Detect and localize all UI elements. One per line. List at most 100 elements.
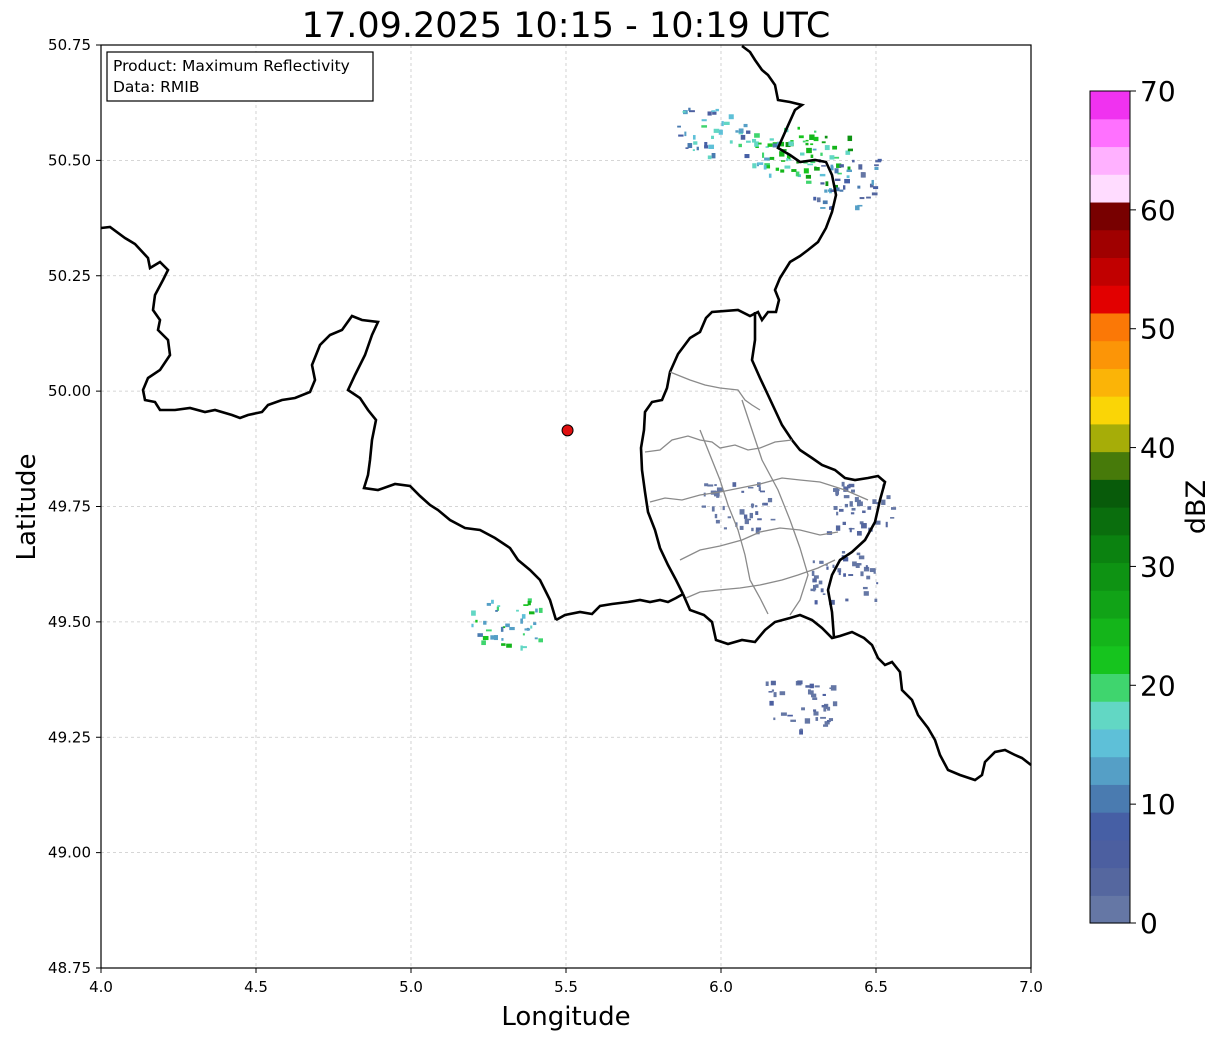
echo-pixel <box>876 582 879 585</box>
x-tick-label: 5.5 <box>554 978 578 996</box>
echo-pixel <box>490 635 496 640</box>
info-box-product: Product: Maximum Reflectivity <box>113 57 350 75</box>
echo-pixel <box>711 506 715 512</box>
echo-pixel <box>849 527 852 533</box>
echo-pixel <box>718 129 723 135</box>
echo-pixel <box>798 135 804 139</box>
echo-pixel <box>819 173 826 177</box>
x-axis-ticks: 4.0 4.5 5.0 5.5 6.0 6.5 7.0 <box>89 968 1043 996</box>
echo-pixel <box>723 121 730 126</box>
echo-pixel <box>486 602 491 606</box>
echo-pixel <box>780 712 787 716</box>
colorbar-swatch <box>1090 451 1130 480</box>
echo-pixel <box>692 149 695 152</box>
colorbar-swatch <box>1090 174 1130 203</box>
echo-pixel <box>758 487 761 491</box>
echo-pixel <box>805 139 809 142</box>
echo-pixel <box>848 483 855 488</box>
colorbar-tick-label: 50 <box>1140 313 1176 346</box>
echo-pixel <box>711 153 716 159</box>
colorbar-swatch <box>1090 534 1130 564</box>
echo-pixel <box>812 578 817 583</box>
colorbar-swatch <box>1090 312 1130 342</box>
echo-pixel <box>482 635 489 641</box>
echo-pixel <box>805 685 811 688</box>
echo-pixel <box>832 701 838 707</box>
echo-pixel <box>491 599 494 604</box>
echo-pixel <box>844 178 850 184</box>
echo-pixel <box>509 626 515 631</box>
echo-pixel <box>821 165 826 167</box>
echo-pixel <box>823 706 827 712</box>
echo-pixel <box>833 505 838 510</box>
echo-pixel <box>858 499 861 503</box>
colorbar-swatch <box>1090 396 1130 425</box>
echo-pixel <box>707 484 714 487</box>
echo-pixel <box>527 600 531 606</box>
echo-pixel <box>538 638 543 643</box>
y-axis-label: Latitude <box>12 453 42 560</box>
y-tick-label: 50.75 <box>48 36 91 54</box>
echo-pixel <box>847 148 853 152</box>
echo-pixel <box>749 512 754 519</box>
echo-pixel <box>827 706 831 711</box>
echo-pixel <box>807 163 814 166</box>
echo-pixel <box>847 135 853 142</box>
echo-pixel <box>839 189 844 192</box>
echo-pixel <box>708 144 715 149</box>
colorbar-swatch <box>1090 728 1130 758</box>
echo-pixel <box>871 192 878 196</box>
echo-pixel <box>678 134 684 137</box>
echo-pixel <box>501 643 506 646</box>
echo-pixel <box>856 552 861 556</box>
echo-pixel <box>829 155 835 160</box>
echo-pixel <box>832 564 835 568</box>
echo-pixel <box>758 142 762 145</box>
echo-pixel <box>824 145 830 151</box>
colorbar-swatch <box>1090 479 1130 508</box>
echo-pixel <box>838 570 841 576</box>
echo-pixel <box>866 575 871 580</box>
echo-pixel <box>871 179 874 186</box>
echo-pixel <box>820 152 823 156</box>
echo-pixel <box>759 490 766 493</box>
echo-pixel <box>757 162 764 165</box>
echo-pixel <box>800 728 803 731</box>
echo-pixel <box>784 165 791 169</box>
echo-pixel <box>877 158 882 162</box>
echo-pixel <box>765 681 769 686</box>
colorbar-swatch <box>1090 867 1130 896</box>
echo-pixel <box>471 610 476 616</box>
echo-pixel <box>857 185 861 189</box>
echo-pixel <box>832 145 838 150</box>
echo-pixel <box>824 189 828 193</box>
colorbar-swatch <box>1090 839 1130 869</box>
echo-pixel <box>693 141 698 145</box>
echo-pixel <box>821 141 826 144</box>
echo-pixel <box>805 174 812 179</box>
x-tick-label: 6.5 <box>864 978 888 996</box>
colorbar-tick-label: 40 <box>1140 432 1176 465</box>
echo-pixel <box>861 523 867 529</box>
echo-pixel <box>773 717 776 721</box>
echo-pixel <box>885 521 888 528</box>
echo-pixel <box>874 166 879 170</box>
echo-pixel <box>530 625 533 629</box>
echo-pixel <box>795 171 800 177</box>
x-tick-label: 5.0 <box>399 978 423 996</box>
colorbar-tick-label: 0 <box>1140 907 1158 940</box>
echo-pixel <box>797 126 800 130</box>
colorbar-label: dBZ <box>1181 480 1212 534</box>
x-tick-label: 4.5 <box>244 978 268 996</box>
y-tick-label: 50.50 <box>48 151 91 169</box>
echo-pixel <box>800 152 805 156</box>
echo-pixel <box>813 711 819 716</box>
echo-pixel <box>788 141 794 147</box>
echo-pixel <box>801 707 805 711</box>
echo-pixel <box>786 158 789 162</box>
echo-pixel <box>485 629 492 632</box>
echo-pixel <box>767 143 773 147</box>
echo-pixel <box>841 550 846 554</box>
echo-pixel <box>862 586 868 590</box>
echo-pixel <box>701 505 707 508</box>
